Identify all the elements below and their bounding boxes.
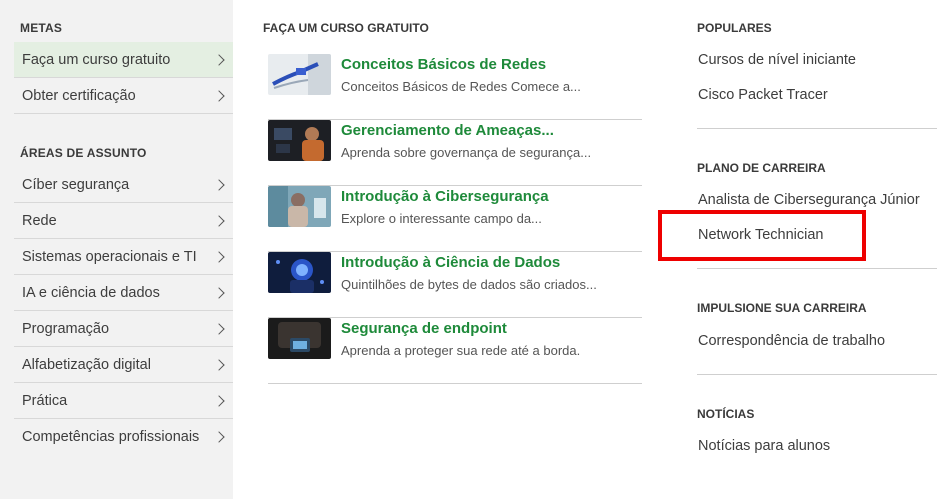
course-title: Gerenciamento de Ameaças... — [341, 122, 554, 139]
news-heading: NOTÍCIAS — [697, 407, 755, 421]
sidebar-item-label: Sistemas operacionais e TI — [22, 248, 197, 265]
sidebar-item-programming[interactable]: Programação — [14, 311, 233, 347]
course-description: Quintilhões de bytes de dados são criado… — [341, 277, 597, 292]
popular-heading: POPULARES — [697, 21, 772, 35]
sidebar-item-label: Competências profissionais — [22, 429, 200, 445]
divider — [697, 268, 937, 269]
sidebar-item-free-course[interactable]: Faça um curso gratuito — [14, 42, 233, 78]
sidebar-item-os-it[interactable]: Sistemas operacionais e TI — [14, 239, 233, 275]
chevron-right-icon — [213, 53, 225, 66]
divider — [697, 374, 937, 375]
chevron-right-icon — [213, 214, 225, 227]
sidebar-item-cybersecurity[interactable]: Cíber segurança — [14, 167, 233, 203]
course-title: Introdução à Cibersegurança — [341, 188, 549, 205]
sidebar-item-professional-skills[interactable]: Competências profissionais — [14, 419, 233, 455]
link-job-matching[interactable]: Correspondência de trabalho — [698, 333, 885, 349]
chevron-right-icon — [213, 394, 225, 407]
chevron-right-icon — [213, 322, 225, 335]
course-title: Introdução à Ciência de Dados — [341, 254, 561, 271]
link-junior-cyber-analyst[interactable]: Analista de Cibersegurança Júnior — [698, 192, 920, 208]
course-item[interactable]: Segurança de endpoint Aprenda a proteger… — [268, 318, 642, 384]
course-thumbnail — [268, 120, 331, 161]
course-item[interactable]: Introdução à Ciência de Dados Quintilhõe… — [268, 252, 642, 318]
link-beginner-courses[interactable]: Cursos de nível iniciante — [698, 52, 856, 68]
course-thumbnail — [268, 54, 331, 95]
course-item[interactable]: Conceitos Básicos de Redes Conceitos Bás… — [268, 54, 642, 120]
link-student-news[interactable]: Notícias para alunos — [698, 438, 830, 454]
sidebar-item-label: Rede — [22, 212, 57, 229]
sidebar-item-network[interactable]: Rede — [14, 203, 233, 239]
course-description: Aprenda sobre governança de segurança... — [341, 145, 592, 160]
chevron-right-icon — [213, 431, 225, 443]
course-description: Aprenda a proteger sua rede até a borda. — [341, 343, 581, 358]
sidebar-item-label: Faça um curso gratuito — [22, 51, 171, 68]
sidebar-item-digital-literacy[interactable]: Alfabetização digital — [14, 347, 233, 383]
career-path-heading: PLANO DE CARREIRA — [697, 161, 826, 175]
sidebar-item-label: Obter certificação — [22, 87, 136, 104]
chevron-right-icon — [213, 286, 225, 299]
sidebar-item-ai-data[interactable]: IA e ciência de dados — [14, 275, 233, 311]
sidebar-item-label: IA e ciência de dados — [22, 284, 160, 301]
course-thumbnail — [268, 186, 331, 227]
course-item[interactable]: Introdução à Cibersegurança Explore o in… — [268, 186, 642, 252]
sidebar-item-label: Prática — [22, 392, 68, 409]
course-title: Conceitos Básicos de Redes — [341, 56, 547, 73]
boost-career-heading: IMPULSIONE SUA CARREIRA — [697, 301, 867, 315]
chevron-right-icon — [213, 178, 225, 191]
sidebar-item-practice[interactable]: Prática — [14, 383, 233, 419]
course-description: Conceitos Básicos de Redes Comece a... — [341, 79, 581, 94]
divider — [697, 128, 937, 129]
sidebar-item-certification[interactable]: Obter certificação — [14, 78, 233, 114]
sidebar-item-label: Programação — [22, 320, 110, 337]
sidebar-item-label: Alfabetização digital — [22, 356, 151, 373]
metas-heading: METAS — [20, 21, 63, 35]
course-thumbnail — [268, 252, 331, 293]
chevron-right-icon — [213, 358, 225, 371]
free-course-heading: FAÇA UM CURSO GRATUITO — [263, 21, 429, 35]
sidebar-item-label: Cíber segurança — [22, 176, 130, 193]
chevron-right-icon — [213, 250, 225, 263]
course-description: Explore o interessante campo da... — [341, 211, 542, 226]
areas-heading: ÁREAS DE ASSUNTO — [20, 146, 147, 160]
sidebar: METAS Faça um curso gratuito Obter certi… — [0, 0, 233, 499]
course-title: Segurança de endpoint — [341, 320, 507, 337]
link-packet-tracer[interactable]: Cisco Packet Tracer — [698, 87, 828, 103]
course-item[interactable]: Gerenciamento de Ameaças... Aprenda sobr… — [268, 120, 642, 186]
course-thumbnail — [268, 318, 331, 359]
highlight-annotation — [658, 210, 866, 261]
chevron-right-icon — [213, 89, 225, 102]
